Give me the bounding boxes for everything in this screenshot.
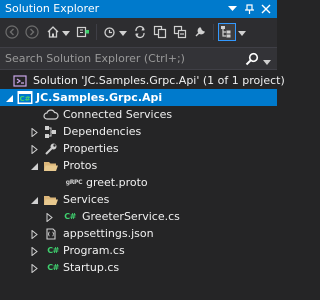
search-options-dropdown-icon[interactable] — [263, 56, 271, 65]
services-label: Services — [63, 193, 110, 206]
open-folder-icon — [43, 158, 59, 173]
tree-item-connected-services[interactable]: Connected Services — [0, 106, 277, 123]
properties-wrench-icon[interactable] — [191, 23, 209, 41]
project-label: JC.Samples.Grpc.Api — [36, 91, 163, 104]
switch-views-icon[interactable] — [74, 23, 92, 41]
collapsed-arrow-icon[interactable] — [30, 229, 39, 240]
tree-item-protos-folder[interactable]: Protos — [0, 157, 277, 174]
preview-dropdown-icon[interactable] — [238, 27, 246, 36]
csharp-project-icon: C# — [17, 90, 33, 105]
collapsed-arrow-icon[interactable] — [30, 263, 39, 274]
connected-services-cloud-icon — [43, 107, 59, 122]
tree-item-project[interactable]: C# JC.Samples.Grpc.Api — [0, 89, 277, 106]
forward-icon[interactable] — [23, 23, 41, 41]
collapsed-arrow-icon[interactable] — [30, 127, 39, 138]
csharp-badge-text: C# — [47, 246, 59, 255]
search-icon[interactable] — [245, 52, 259, 66]
collapsed-arrow-icon[interactable] — [30, 246, 39, 257]
connected-services-label: Connected Services — [63, 108, 173, 121]
dependencies-label: Dependencies — [63, 125, 142, 138]
tree-item-services-folder[interactable]: Services — [0, 191, 277, 208]
tree-item-startup[interactable]: C# Startup.cs — [0, 259, 277, 276]
toolbar — [0, 18, 277, 47]
auto-hide-pin-icon[interactable] — [242, 2, 256, 16]
collapsed-arrow-icon[interactable] — [45, 212, 54, 223]
solution-tree: Solution 'JC.Samples.Grpc.Api' (1 of 1 p… — [0, 70, 285, 300]
expanded-arrow-icon[interactable] — [5, 93, 14, 102]
collapse-all-icon[interactable] — [171, 23, 189, 41]
expanded-arrow-icon[interactable] — [30, 161, 39, 170]
grpc-proto-file-icon: gRPC — [64, 175, 84, 190]
search-bar[interactable]: Search Solution Explorer (Ctrl+;) — [0, 47, 277, 70]
pending-changes-filter-icon[interactable] — [101, 23, 119, 41]
search-input[interactable]: Search Solution Explorer (Ctrl+;) — [5, 52, 185, 65]
solution-label: Solution 'JC.Samples.Grpc.Api' (1 of 1 p… — [33, 74, 285, 87]
filter-dropdown-icon[interactable] — [119, 27, 127, 36]
wrench-icon — [43, 141, 59, 156]
tree-item-appsettings[interactable]: appsettings.json — [0, 225, 277, 242]
tree-item-solution[interactable]: Solution 'JC.Samples.Grpc.Api' (1 of 1 p… — [0, 72, 285, 89]
window-position-dropdown-icon[interactable] — [225, 2, 239, 16]
startup-label: Startup.cs — [63, 261, 120, 274]
properties-label: Properties — [63, 142, 119, 155]
tree-item-greet-proto[interactable]: gRPC greet.proto — [0, 174, 277, 191]
appsettings-label: appsettings.json — [63, 227, 154, 240]
csharp-file-icon: C# — [45, 260, 61, 275]
back-icon[interactable] — [3, 23, 21, 41]
expanded-arrow-icon[interactable] — [30, 195, 39, 204]
collapsed-arrow-icon[interactable] — [30, 144, 39, 155]
tree-item-greeter-service[interactable]: C# GreeterService.cs — [0, 208, 277, 225]
home-icon[interactable] — [44, 23, 62, 41]
project-csharp-badge: C# — [19, 95, 30, 103]
json-file-icon — [43, 226, 59, 241]
program-label: Program.cs — [63, 244, 125, 257]
csharp-file-icon: C# — [45, 243, 61, 258]
csharp-badge-text: C# — [64, 212, 76, 221]
home-dropdown-icon[interactable] — [62, 27, 70, 36]
tree-item-dependencies[interactable]: Dependencies — [0, 123, 277, 140]
csharp-badge-text: C# — [47, 263, 59, 272]
close-icon[interactable] — [259, 2, 273, 16]
preview-selected-items-icon[interactable] — [218, 23, 236, 41]
window-title: Solution Explorer — [5, 2, 100, 15]
refresh-icon[interactable] — [151, 23, 169, 41]
sync-with-active-document-icon[interactable] — [131, 23, 149, 41]
csharp-file-icon: C# — [62, 209, 78, 224]
solution-icon — [12, 73, 28, 88]
protos-label: Protos — [63, 159, 98, 172]
greet-proto-label: greet.proto — [86, 176, 148, 189]
open-folder-icon — [43, 192, 59, 207]
dependencies-icon — [43, 124, 59, 139]
grpc-badge-text: gRPC — [65, 179, 83, 186]
tree-item-program[interactable]: C# Program.cs — [0, 242, 277, 259]
greeter-service-label: GreeterService.cs — [82, 210, 180, 223]
tree-item-properties[interactable]: Properties — [0, 140, 277, 157]
title-bar: Solution Explorer — [0, 0, 277, 18]
